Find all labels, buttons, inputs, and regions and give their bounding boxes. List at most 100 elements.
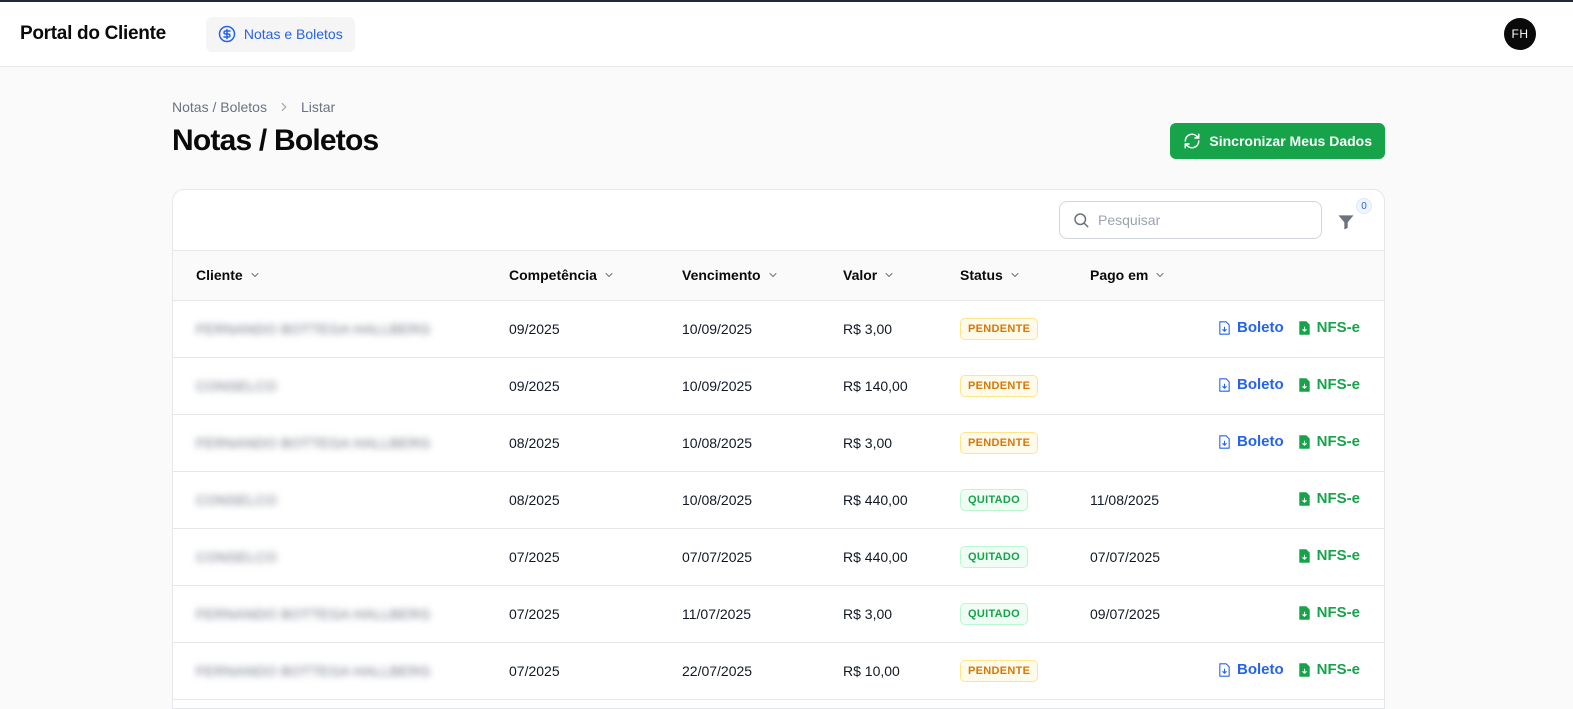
cell-pago-em bbox=[1090, 357, 1210, 414]
chevron-down-icon bbox=[885, 273, 893, 278]
invoices-table: Cliente Competência Vencimento Valor Sta… bbox=[173, 251, 1384, 700]
sync-button-label: Sincronizar Meus Dados bbox=[1209, 133, 1372, 149]
nfse-label: NFS-e bbox=[1316, 547, 1360, 565]
nfse-label: NFS-e bbox=[1316, 319, 1360, 337]
search-input[interactable] bbox=[1098, 212, 1309, 228]
cell-competencia: 08/2025 bbox=[509, 434, 560, 451]
cell-cliente: CONSELCO bbox=[173, 528, 509, 585]
cell-status: PENDENTE bbox=[960, 642, 1090, 699]
avatar[interactable]: FH bbox=[1504, 18, 1536, 50]
client-name: FERNANDO BOTTEGA HALLBERG bbox=[196, 320, 431, 337]
cell-valor: R$ 440,00 bbox=[843, 548, 908, 565]
nfse-label: NFS-e bbox=[1316, 490, 1360, 508]
boleto-link[interactable]: Boleto bbox=[1218, 319, 1284, 336]
boleto-link[interactable]: Boleto bbox=[1218, 661, 1284, 678]
column-label: Vencimento bbox=[682, 267, 761, 284]
cell-pago-em bbox=[1090, 300, 1210, 357]
table-row[interactable]: FERNANDO BOTTEGA HALLBERG 09/2025 10/09/… bbox=[173, 300, 1384, 357]
nfse-label: NFS-e bbox=[1316, 376, 1360, 394]
client-name: CONSELCO bbox=[196, 548, 277, 565]
column-header-cliente[interactable]: Cliente bbox=[173, 251, 509, 300]
nfse-link[interactable]: NFS-e bbox=[1298, 376, 1360, 393]
status-badge: QUITADO bbox=[960, 545, 1029, 568]
cell-valor: R$ 440,00 bbox=[843, 491, 908, 508]
cell-vencimento: 10/08/2025 bbox=[682, 434, 753, 451]
boleto-link[interactable]: Boleto bbox=[1218, 433, 1284, 450]
cell-vencimento: 10/08/2025 bbox=[682, 491, 753, 508]
filter-button[interactable]: 0 bbox=[1336, 198, 1372, 232]
nfse-link[interactable]: NFS-e bbox=[1298, 661, 1360, 678]
cell-status: PENDENTE bbox=[960, 414, 1090, 471]
table-row[interactable]: CONSELCO 07/2025 07/07/2025 R$ 440,00 QU… bbox=[173, 528, 1384, 585]
column-header-status[interactable]: Status bbox=[960, 251, 1090, 300]
cell-pago-em: 09/07/2025 bbox=[1090, 605, 1161, 622]
refresh-icon bbox=[1184, 133, 1200, 149]
file-icon bbox=[1298, 320, 1310, 335]
cell-actions: Boleto NFS-e bbox=[1210, 357, 1384, 414]
filter-icon bbox=[1338, 215, 1354, 230]
boleto-label: Boleto bbox=[1236, 376, 1284, 394]
breadcrumb: Notas / Boletos Listar bbox=[172, 99, 1385, 115]
cell-valor: R$ 3,00 bbox=[843, 434, 893, 451]
column-label: Competência bbox=[509, 267, 597, 284]
status-badge: PENDENTE bbox=[960, 317, 1039, 340]
table-row[interactable]: CONSELCO 08/2025 10/08/2025 R$ 440,00 QU… bbox=[173, 471, 1384, 528]
status-badge: PENDENTE bbox=[960, 431, 1039, 454]
column-label: Pago em bbox=[1090, 267, 1149, 284]
table-card: 0 Cliente Competência Vencimento Valor S… bbox=[172, 189, 1385, 709]
column-header-vencimento[interactable]: Vencimento bbox=[682, 251, 843, 300]
client-name: CONSELCO bbox=[196, 377, 277, 394]
nfse-link[interactable]: NFS-e bbox=[1298, 319, 1360, 336]
cell-pago-em bbox=[1090, 642, 1210, 699]
cell-competencia: 09/2025 bbox=[509, 320, 560, 337]
cell-valor: R$ 3,00 bbox=[843, 320, 893, 337]
cell-vencimento: 10/09/2025 bbox=[682, 320, 753, 337]
cell-actions: Boleto NFS-e bbox=[1210, 642, 1384, 699]
file-icon bbox=[1219, 377, 1230, 392]
table-row[interactable]: FERNANDO BOTTEGA HALLBERG 07/2025 11/07/… bbox=[173, 585, 1384, 642]
cell-competencia: 08/2025 bbox=[509, 491, 560, 508]
cell-status: QUITADO bbox=[960, 585, 1090, 642]
search-box[interactable] bbox=[1059, 201, 1322, 239]
cell-vencimento: 11/07/2025 bbox=[682, 605, 752, 622]
status-badge: QUITADO bbox=[960, 488, 1029, 511]
cell-competencia: 09/2025 bbox=[509, 377, 560, 394]
breadcrumb-parent[interactable]: Notas / Boletos bbox=[172, 99, 267, 115]
cell-cliente: FERNANDO BOTTEGA HALLBERG bbox=[173, 300, 509, 357]
boleto-link[interactable]: Boleto bbox=[1218, 376, 1284, 393]
nfse-link[interactable]: NFS-e bbox=[1298, 547, 1360, 564]
nfse-link[interactable]: NFS-e bbox=[1298, 604, 1360, 621]
file-icon bbox=[1298, 662, 1310, 677]
cell-vencimento: 22/07/2025 bbox=[682, 662, 753, 679]
cell-vencimento: 07/07/2025 bbox=[682, 548, 753, 565]
nfse-link[interactable]: NFS-e bbox=[1298, 490, 1360, 507]
nfse-link[interactable]: NFS-e bbox=[1298, 433, 1360, 450]
cell-status: PENDENTE bbox=[960, 300, 1090, 357]
table-row[interactable]: FERNANDO BOTTEGA HALLBERG 07/2025 22/07/… bbox=[173, 642, 1384, 699]
client-name: FERNANDO BOTTEGA HALLBERG bbox=[196, 434, 431, 451]
boleto-label: Boleto bbox=[1236, 661, 1284, 679]
file-icon bbox=[1219, 434, 1230, 449]
column-header-actions bbox=[1210, 251, 1384, 300]
file-icon bbox=[1298, 605, 1310, 620]
table-row[interactable]: FERNANDO BOTTEGA HALLBERG 08/2025 10/08/… bbox=[173, 414, 1384, 471]
client-name: CONSELCO bbox=[196, 491, 277, 508]
column-header-pago-em[interactable]: Pago em bbox=[1090, 251, 1210, 300]
nav-item-notas-boletos[interactable]: Notas e Boletos bbox=[205, 16, 355, 52]
column-label: Cliente bbox=[196, 267, 243, 284]
sync-button[interactable]: Sincronizar Meus Dados bbox=[1170, 123, 1385, 159]
top-bar: Portal do Cliente Notas e Boletos FH bbox=[0, 2, 1573, 67]
client-name: FERNANDO BOTTEGA HALLBERG bbox=[196, 662, 431, 679]
column-header-valor[interactable]: Valor bbox=[843, 251, 960, 300]
cell-valor: R$ 140,00 bbox=[843, 377, 908, 394]
chevron-down-icon bbox=[1011, 273, 1019, 278]
cell-cliente: FERNANDO BOTTEGA HALLBERG bbox=[173, 414, 509, 471]
status-badge: PENDENTE bbox=[960, 659, 1039, 682]
table-row[interactable]: CONSELCO 09/2025 10/09/2025 R$ 140,00 PE… bbox=[173, 357, 1384, 414]
file-icon bbox=[1298, 434, 1310, 449]
boleto-label: Boleto bbox=[1236, 319, 1284, 337]
client-name: FERNANDO BOTTEGA HALLBERG bbox=[196, 605, 431, 622]
column-header-competencia[interactable]: Competência bbox=[509, 251, 682, 300]
nav-item-label: Notas e Boletos bbox=[243, 26, 343, 42]
nfse-label: NFS-e bbox=[1316, 433, 1360, 451]
